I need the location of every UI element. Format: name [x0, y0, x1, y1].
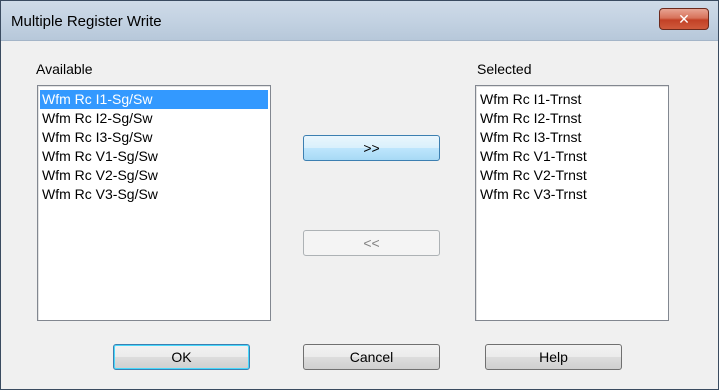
- close-button[interactable]: ✕: [659, 8, 709, 30]
- available-list-item[interactable]: Wfm Rc I2-Sg/Sw: [40, 109, 268, 128]
- available-list-item[interactable]: Wfm Rc I3-Sg/Sw: [40, 128, 268, 147]
- available-list-item[interactable]: Wfm Rc V2-Sg/Sw: [40, 166, 268, 185]
- help-button[interactable]: Help: [485, 344, 622, 370]
- dialog-body: Available Selected Wfm Rc I1-Sg/Sw Wfm R…: [9, 42, 710, 381]
- selected-list-item[interactable]: Wfm Rc I3-Trnst: [478, 128, 666, 147]
- selected-list-item[interactable]: Wfm Rc I1-Trnst: [478, 90, 666, 109]
- selected-list[interactable]: Wfm Rc I1-Trnst Wfm Rc I2-Trnst Wfm Rc I…: [475, 85, 669, 321]
- title-bar: Multiple Register Write ✕: [1, 1, 718, 41]
- multiple-register-write-dialog: Multiple Register Write ✕ Available Sele…: [0, 0, 719, 390]
- available-list-item[interactable]: Wfm Rc V1-Sg/Sw: [40, 147, 268, 166]
- remove-button[interactable]: <<: [303, 230, 440, 256]
- available-list[interactable]: Wfm Rc I1-Sg/Sw Wfm Rc I2-Sg/Sw Wfm Rc I…: [37, 85, 271, 321]
- add-button[interactable]: >>: [303, 135, 440, 161]
- cancel-button[interactable]: Cancel: [303, 344, 440, 370]
- selected-label: Selected: [477, 61, 532, 77]
- ok-button[interactable]: OK: [113, 344, 250, 370]
- available-label: Available: [36, 61, 93, 77]
- selected-list-item[interactable]: Wfm Rc V2-Trnst: [478, 166, 666, 185]
- available-list-item[interactable]: Wfm Rc I1-Sg/Sw: [40, 90, 268, 109]
- selected-list-item[interactable]: Wfm Rc V1-Trnst: [478, 147, 666, 166]
- selected-list-item[interactable]: Wfm Rc I2-Trnst: [478, 109, 666, 128]
- selected-list-item[interactable]: Wfm Rc V3-Trnst: [478, 185, 666, 204]
- close-icon: ✕: [678, 11, 690, 27]
- available-list-item[interactable]: Wfm Rc V3-Sg/Sw: [40, 185, 268, 204]
- window-title: Multiple Register Write: [11, 13, 162, 30]
